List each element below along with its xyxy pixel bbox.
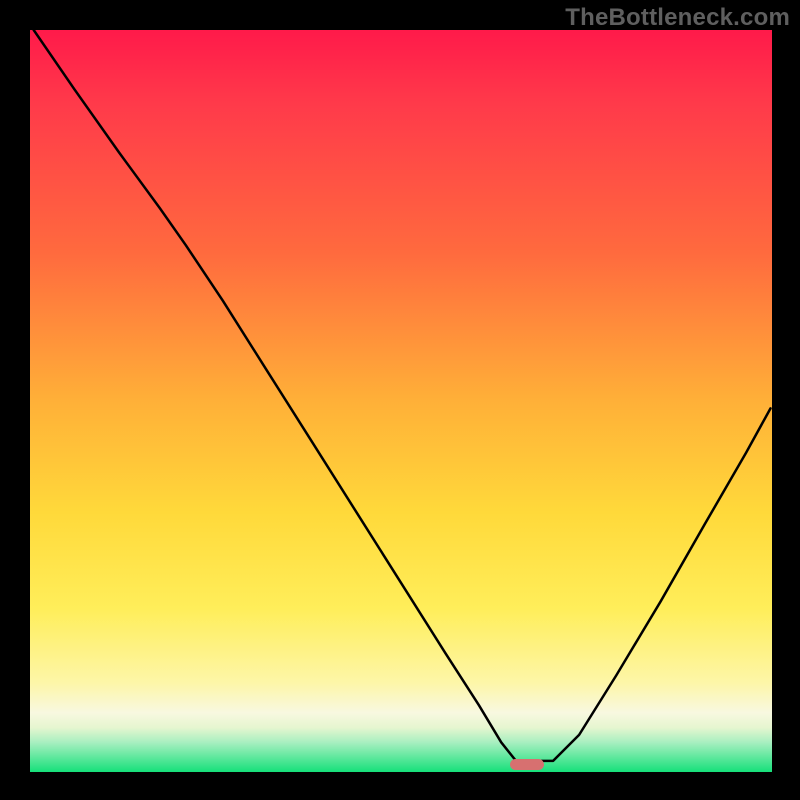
watermark-text: TheBottleneck.com [565, 4, 790, 32]
curve-svg [30, 30, 772, 772]
optimal-marker [510, 759, 544, 770]
chart-container: TheBottleneck.com [0, 0, 800, 800]
bottleneck-curve [34, 30, 771, 761]
plot-area [30, 30, 772, 772]
